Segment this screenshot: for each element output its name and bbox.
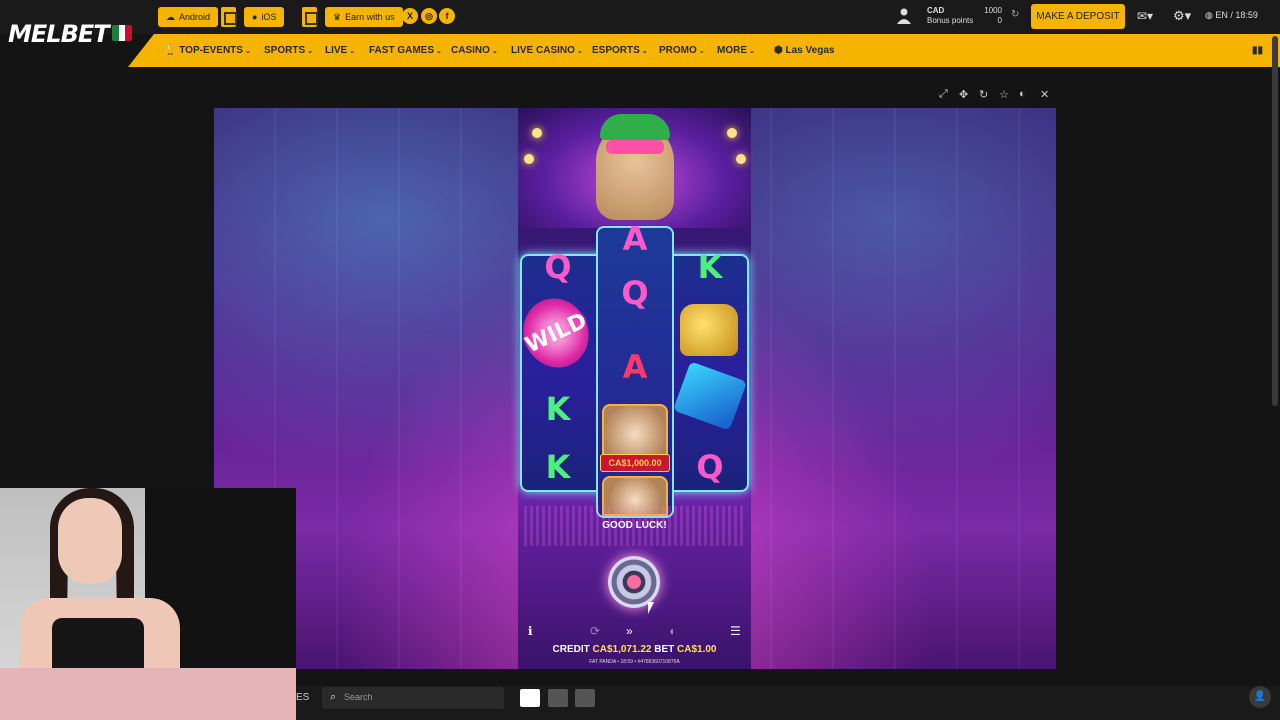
dice-icon: ⬢: [774, 45, 786, 56]
reel-symbol: K: [697, 248, 723, 286]
prize-label: CA$1,000.00: [600, 454, 670, 472]
globe-icon: ◍: [1205, 10, 1216, 20]
earn-with-us-button[interactable]: ♛ Earn with us: [325, 7, 403, 27]
view-medium-icon[interactable]: [548, 689, 568, 707]
messages-icon[interactable]: ✉▾: [1137, 9, 1153, 23]
nav-sports[interactable]: SPORTS ⌄: [264, 34, 313, 67]
nav-esports[interactable]: ESPORTS ⌄: [592, 34, 648, 67]
crown-icon: ♛: [333, 12, 342, 22]
reel-symbol: A: [622, 348, 648, 386]
apple-icon: ●: [252, 12, 258, 22]
support-user-icon[interactable]: 👤: [1249, 686, 1271, 708]
light-bulb: [524, 154, 534, 164]
info-icon[interactable]: ℹ: [528, 624, 533, 638]
nav-fast-games[interactable]: FAST GAMES ⌄: [369, 34, 442, 67]
main-nav: 🏆 TOP-EVENTS ⌄ SPORTS ⌄ LIVE ⌄ FAST GAMES ⌄ …: [128, 34, 1280, 67]
melbet-logo[interactable]: MELBET: [8, 20, 110, 48]
webcam-overlay: [0, 488, 296, 720]
book-icon[interactable]: ▮▮: [1252, 34, 1263, 67]
favorite-star-icon[interactable]: ☆: [999, 88, 1009, 101]
view-large-icon[interactable]: [520, 689, 540, 707]
account-icon[interactable]: [897, 8, 911, 24]
view-grid-icon[interactable]: [575, 689, 595, 707]
nav-las-vegas[interactable]: ⬢ Las Vegas: [774, 34, 834, 67]
mexico-flag-icon: [112, 25, 132, 41]
page-scrollbar[interactable]: [1272, 36, 1278, 406]
sound-icon[interactable]: ◖: [668, 624, 675, 638]
reload-icon[interactable]: ↻: [979, 88, 988, 101]
settings-gear-icon[interactable]: ⚙▾: [1173, 8, 1191, 24]
light-bulb: [736, 154, 746, 164]
refresh-icon[interactable]: ↻: [1011, 9, 1019, 20]
balance-block: 1000 0: [984, 6, 1002, 25]
good-luck-text: GOOD LUCK!: [602, 520, 667, 531]
android-app-button[interactable]: ☁ Android: [158, 7, 219, 27]
facebook-icon[interactable]: f: [439, 8, 455, 24]
x-social-icon[interactable]: X: [402, 8, 418, 24]
android-icon: ☁: [166, 12, 175, 22]
nav-live[interactable]: LIVE ⌄: [325, 34, 355, 67]
instagram-icon[interactable]: ◎: [421, 8, 437, 24]
make-deposit-button[interactable]: MAKE A DEPOSIT: [1031, 4, 1125, 29]
reel-symbol: Q: [621, 274, 649, 312]
nav-more[interactable]: MORE ⌄: [717, 34, 755, 67]
cat-glasses: [606, 140, 664, 154]
reel-symbol: Q: [544, 248, 572, 286]
credit-bet-display: CREDIT CA$1,071.22 BET CA$1.00: [552, 644, 717, 655]
android-qr-icon[interactable]: [221, 7, 237, 27]
turbo-icon[interactable]: »: [626, 624, 633, 638]
cat-cap: [600, 114, 670, 140]
reel-symbol: A: [622, 220, 648, 258]
expand-icon[interactable]: ⤢: [939, 88, 948, 101]
theme-toggle-icon[interactable]: ◐: [1019, 88, 1026, 100]
mouse-cursor: [648, 602, 654, 614]
reel-symbol: Q: [696, 448, 724, 486]
move-icon[interactable]: ✥: [959, 88, 968, 101]
language-time-selector[interactable]: ◍ EN / 18:59: [1205, 10, 1258, 21]
autoplay-icon[interactable]: ⟳: [590, 624, 600, 638]
nav-promo[interactable]: PROMO ⌄: [659, 34, 705, 67]
ios-qr-icon[interactable]: [302, 7, 318, 27]
nav-casino[interactable]: CASINO ⌄: [451, 34, 498, 67]
bottom-tab-label[interactable]: ES: [296, 692, 309, 703]
menu-icon[interactable]: ☰: [730, 624, 741, 638]
reel-symbol: K: [545, 390, 571, 428]
search-icon: ⌕: [330, 691, 337, 703]
light-bulb: [727, 128, 737, 138]
ios-app-button[interactable]: ● iOS: [244, 7, 285, 27]
light-bulb: [532, 128, 542, 138]
spin-button[interactable]: [608, 556, 660, 608]
game-footer-text: FAT PANDA • 18:59 • #4786360710876A: [589, 659, 680, 665]
gold-boots-symbol: [680, 304, 738, 356]
nav-live-casino[interactable]: LIVE CASINO ⌄: [511, 34, 583, 67]
close-icon[interactable]: ✕: [1040, 88, 1049, 101]
reel-symbol: K: [545, 448, 571, 486]
search-input[interactable]: ⌕ Search: [322, 687, 504, 709]
slot-game-frame[interactable]: Q A Q A K K K Q WILD CA$1,000.00 GOOD LU…: [512, 108, 751, 669]
nav-top-events[interactable]: 🏆 TOP-EVENTS ⌄: [164, 34, 251, 67]
currency-block: CAD Bonus points: [927, 6, 974, 25]
trophy-icon: 🏆: [164, 45, 180, 56]
